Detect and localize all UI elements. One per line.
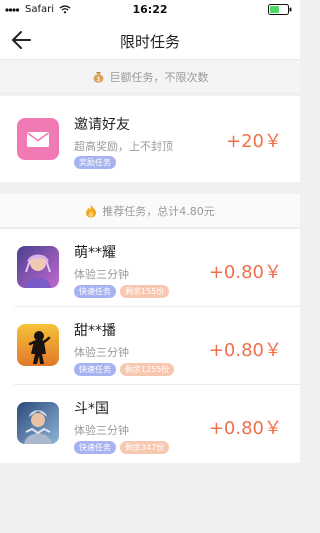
quick-task-tag: 快速任务 [74,285,116,298]
quick-task-tag: 快速任务 [74,441,116,454]
svg-text:$: $ [96,76,100,83]
task-desc: 体验三分钟 [74,268,129,281]
task-name: 甜**播 [74,323,116,339]
battery-icon [268,4,292,15]
task-row[interactable]: 甜**播 体验三分钟 快速任务 剩余1255份 +0.80￥ [0,307,300,385]
task-row[interactable]: 斗*国 体验三分钟 快速任务 剩余347份 +0.80￥ [0,385,300,463]
reward-task-tag: 奖励任务 [74,156,116,169]
game-icon-2 [17,324,59,366]
section-header-label: 推荐任务，总计4.80元 [102,204,215,218]
game-icon-1 [17,246,59,288]
invite-tags: 奖励任务 [74,156,116,169]
money-bag-icon: $ [92,70,105,83]
task-tags: 快速任务 剩余347份 [74,441,170,454]
flame-icon [85,204,97,218]
task-reward: +0.80￥ [208,418,282,439]
game-icon-3 [17,402,59,444]
section-header-big-tasks: $ 巨额任务，不限次数 [0,60,300,94]
envelope-icon [17,118,59,160]
section-header-label: 巨额任务，不限次数 [109,70,209,84]
invite-reward: +20￥ [226,131,282,152]
task-tags: 快速任务 剩余1255份 [74,363,175,376]
section-gap [0,182,300,194]
task-desc: 体验三分钟 [74,424,129,437]
nav-bar: 限时任务 [0,20,300,60]
status-time: 16:22 [132,3,168,16]
task-name: 萌**耀 [74,245,116,261]
section-header-recommended: 推荐任务，总计4.80元 [0,194,300,228]
task-tags: 快速任务 剩余155份 [74,285,170,298]
task-desc: 体验三分钟 [74,346,129,359]
task-reward: +0.80￥ [208,262,282,283]
remaining-count-tag: 剩余155份 [120,285,170,298]
status-bar: Safari 16:22 [0,0,300,20]
remaining-count-tag: 剩余347份 [120,441,170,454]
page-title: 限时任务 [119,33,180,51]
remaining-count-tag: 剩余1255份 [120,363,175,376]
task-name: 斗*国 [74,401,109,417]
invite-title: 邀请好友 [74,117,130,133]
task-reward: +0.80￥ [208,340,282,361]
invite-subtitle: 超高奖励，上不封顶 [74,140,173,153]
invite-friends-card[interactable]: 邀请好友 超高奖励，上不封顶 奖励任务 +20￥ [0,96,300,182]
empty-footer-area [0,466,300,533]
quick-task-tag: 快速任务 [74,363,116,376]
task-row[interactable]: 萌**耀 体验三分钟 快速任务 剩余155份 +0.80￥ [0,229,300,307]
